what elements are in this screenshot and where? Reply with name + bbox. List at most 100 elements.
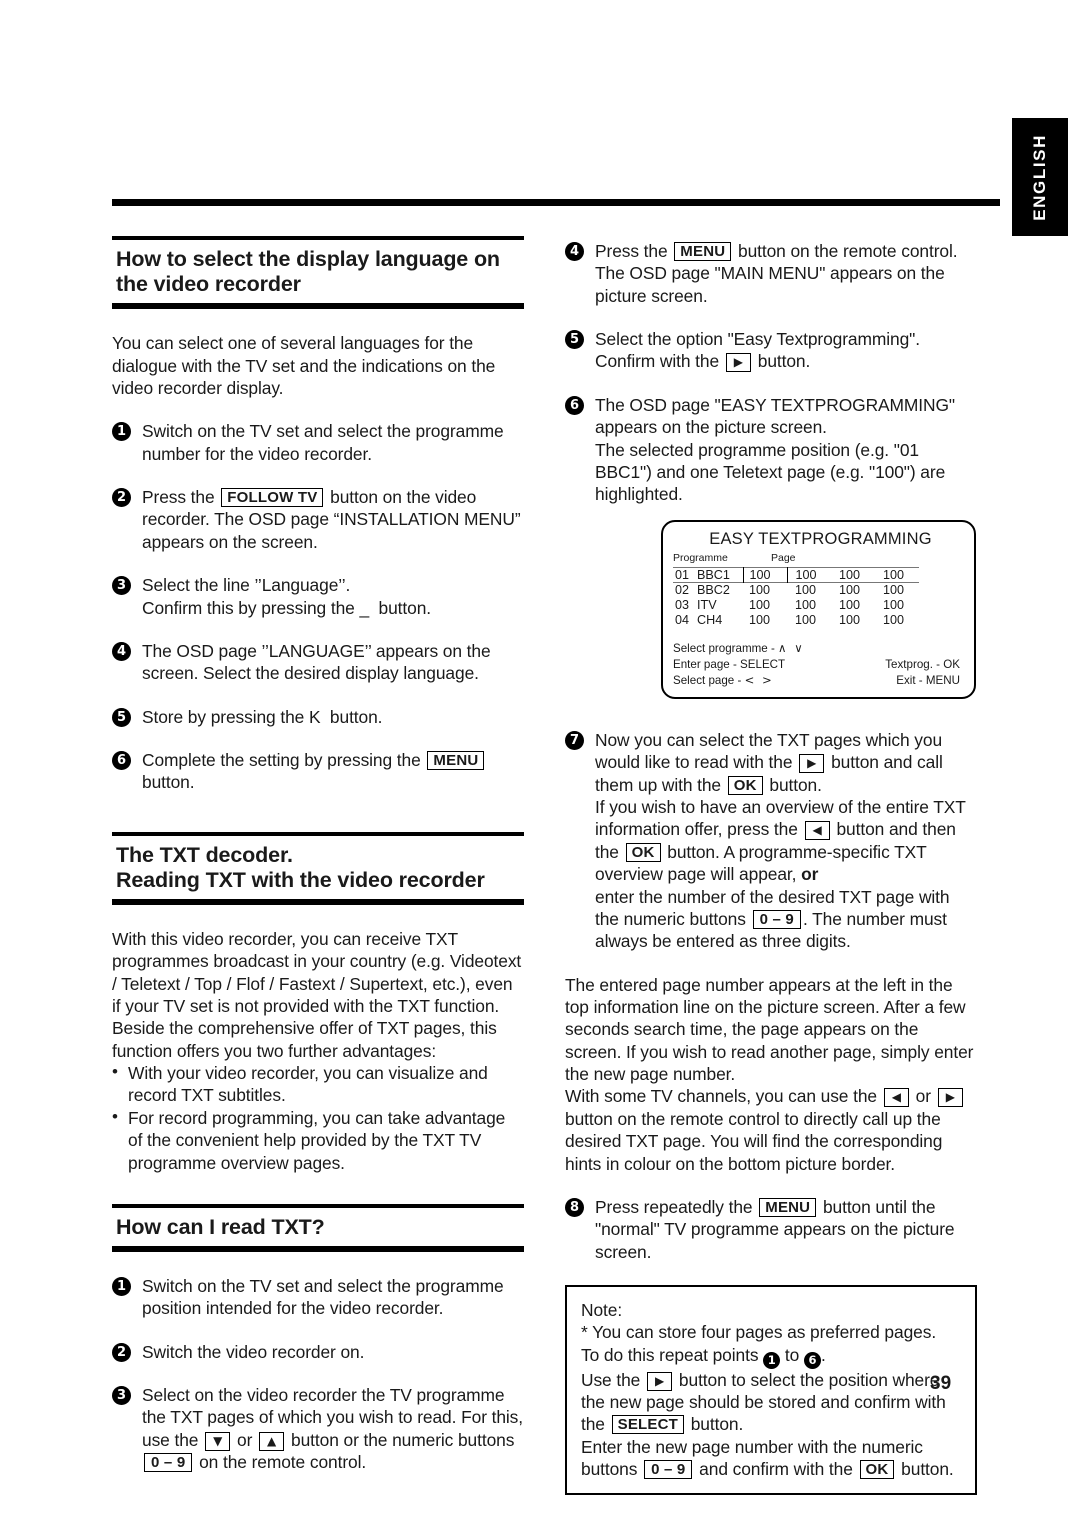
osd-hint-text: Enter page - SELECT [673,658,786,672]
right-arrow-key[interactable]: ▶ [725,353,752,373]
osd-cell-page4: 100 [883,597,905,612]
txt-decoder-paragraph: With this video recorder, you can receiv… [112,928,522,1061]
step-item: 7 Now you can select the TXT pages which… [565,729,977,953]
note-text-part: button. [896,1459,954,1479]
step-number: 2 [112,488,131,508]
step-number: 1 [112,422,131,442]
section-title-how-read-txt: How can I read TXT? [116,1214,325,1239]
numeric-keys[interactable]: 0 – 9 [752,909,801,929]
follow-tv-key[interactable]: FOLLOW TV [221,488,324,508]
ok-key[interactable]: OK [625,842,661,862]
osd-hint-line-2: Enter page - SELECT Textprog. - OK [673,657,974,673]
menu-key[interactable]: MENU [674,242,732,261]
table-row[interactable]: 01 BBC1 100 100 100 100 [673,567,919,583]
step-text-part: Press repeatedly the [595,1196,758,1217]
right-arrow-key[interactable]: ▶ [799,754,825,774]
step-item: 5 Select the option "Easy Textprogrammin… [565,328,977,373]
step-text: Select on the video recorder the TV prog… [142,1384,524,1473]
step-item: 3 Select on the video recorder the TV pr… [112,1384,524,1473]
step-item: 2 Switch the video recorder on. [112,1341,524,1363]
table-row[interactable]: 02 BBC2 100 100 100 100 [673,582,919,597]
osd-cell-page4: 100 [883,582,905,597]
step-text: Now you can select the TXT pages which y… [595,729,977,953]
osd-cell-position: 01 [675,567,690,582]
osd-cell-position: 03 [675,597,690,612]
step-item: 2 Press the FOLLOW TV button on the vide… [112,486,524,553]
osd-cell-page3: 100 [839,597,861,612]
confirm-key-glyph[interactable]: _ [359,598,369,618]
osd-cell-page2: 100 [795,612,817,627]
left-column: How to select the display language on th… [112,236,524,1474]
osd-cell-position: 02 [675,582,690,597]
osd-cell-page4: 100 [883,567,905,582]
table-row[interactable]: 03 ITV 100 100 100 100 [673,597,919,612]
note-line-1: * You can store four pages as preferred … [581,1322,937,1343]
osd-hint-line-1: Select programme - ∧ ∨ [673,641,974,657]
osd-title: EASY TEXTPROGRAMMING [709,529,932,548]
right-arrow-key[interactable]: ▶ [646,1371,673,1391]
osd-header-programme: Programme [673,551,728,564]
select-key[interactable]: SELECT [611,1415,684,1435]
osd-cell-page1: 100 [749,612,771,627]
step-item: 8 Press repeatedly the MENU button until… [565,1196,977,1263]
osd-hint-text-right: Textprog. - OK [885,658,960,672]
osd-hint-text: Select page - [673,674,742,688]
step-number: 1 [112,1277,131,1297]
note-text-part: To do this repeat points [581,1344,764,1365]
osd-footer-hints: Select programme - ∧ ∨ Enter page - SELE… [673,641,974,689]
note-box: Note: * You can store four pages as pref… [565,1284,977,1496]
step-text-before: Select the line ’’Language’’. Confirm th… [142,575,355,618]
numeric-keys[interactable]: 0 – 9 [144,1453,193,1473]
left-right-arrows-icon: < > [744,673,774,688]
section-how-read-txt: How can I read TXT? [112,1203,524,1253]
osd-cell-page1: 100 [742,567,788,583]
osd-cell-page3: 100 [839,582,861,597]
step-text: The OSD page "EASY TEXTPROGRAMMING" appe… [595,394,955,505]
down-arrow-key[interactable]: ▼ [205,1431,231,1451]
step-text-before: Press the [142,487,220,508]
up-down-arrows-icon: ∧ ∨ [778,641,805,656]
step-number: 5 [112,707,131,727]
menu-key[interactable]: MENU [427,750,485,770]
page-top-rule [112,199,1000,206]
osd-screen-graphic: EASY TEXTPROGRAMMING Programme Page 01 B… [661,519,976,700]
section-rule-bottom [112,1246,524,1253]
ok-key[interactable]: OK [859,1460,895,1479]
osd-table: 01 BBC1 100 100 100 100 02 BBC2 100 100 … [673,567,919,628]
numeric-keys[interactable]: 0 – 9 [644,1460,693,1479]
step-item: 6 Complete the setting by pressing the M… [112,749,524,794]
up-arrow-key[interactable]: ▲ [259,1431,285,1451]
step-text-after: button. [142,772,195,793]
manual-page: ENGLISH How to select the display langua… [0,0,1080,1528]
list-item: For record programming, you can take adv… [112,1106,524,1174]
osd-cell-page3: 100 [839,612,861,627]
osd-cell-name: BBC2 [697,582,730,597]
step-text-before: Complete the setting by pressing the [142,749,426,770]
step-text: Store by pressing the K button. [142,706,524,728]
step-number: 4 [112,641,131,661]
osd-cell-name: CH4 [697,612,723,627]
osd-column-headers: Programme Page [663,552,974,567]
right-arrow-key[interactable]: ▶ [937,1088,963,1108]
step-item: 5 Store by pressing the K button. [112,706,524,728]
menu-key[interactable]: MENU [759,1197,817,1217]
store-key-glyph[interactable]: K [309,707,321,727]
step-text-part: button. [753,351,811,372]
osd-cell-page1: 100 [749,597,771,612]
step-number: 8 [565,1197,584,1217]
osd-cell-page3: 100 [839,567,861,582]
right-column: 4 Press the MENU button on the remote co… [565,236,977,1496]
left-arrow-key[interactable]: ◀ [804,821,830,841]
step-number: 6 [565,395,584,415]
note-line-3: Use the ▶ button to select the position … [581,1369,961,1436]
step-number: 3 [112,1386,131,1406]
step-text: Press the FOLLOW TV button on the video … [142,486,524,553]
table-row[interactable]: 04 CH4 100 100 100 100 [673,612,919,627]
step-text: Complete the setting by pressing the MEN… [142,749,524,794]
step-text-after: button. [320,706,383,727]
ok-key[interactable]: OK [727,775,763,795]
step-text: Switch on the TV set and select the prog… [142,1276,504,1319]
step-text: Press repeatedly the MENU button until t… [595,1196,977,1263]
step-item: 3 Select the line ’’Language’’. Confirm … [112,574,524,619]
left-arrow-key[interactable]: ◀ [883,1088,909,1108]
